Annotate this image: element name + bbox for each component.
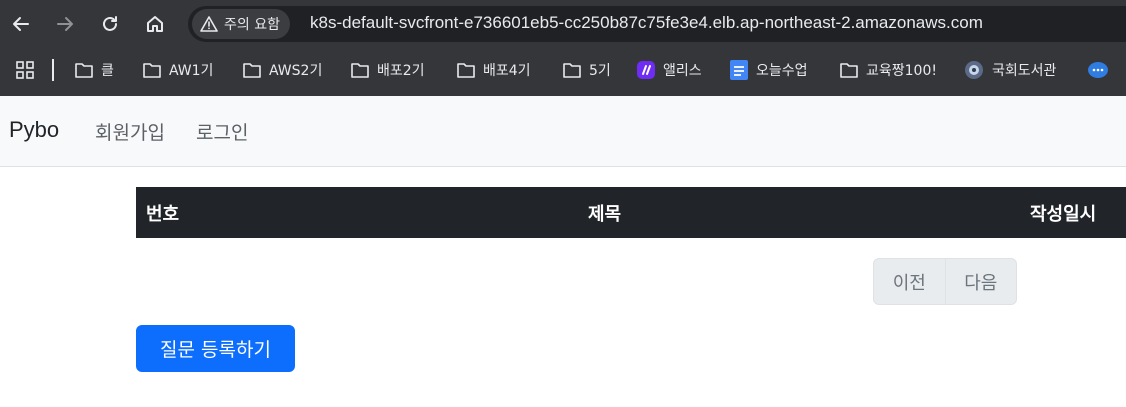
home-icon [147, 16, 163, 32]
pagination: 이전 다음 [873, 258, 1017, 305]
bookmark-label: 클 [101, 63, 114, 79]
bookmark-label: 배포2기 [377, 63, 425, 79]
table-header [136, 187, 1126, 238]
bookmark-label: 오늘수업 [756, 63, 808, 79]
bookmark-label: 배포4기 [483, 63, 531, 79]
home-button[interactable] [140, 9, 170, 39]
forward-arrow-icon [57, 17, 73, 31]
column-header-number: 번호 [146, 204, 180, 225]
bookmark-overflow[interactable] [1087, 58, 1109, 82]
folder-icon [351, 63, 369, 78]
bookmark-item[interactable]: 오늘수업 [730, 58, 808, 82]
bookmark-item[interactable]: 배포4기 [457, 58, 531, 82]
bookmark-label: 앨리스 [663, 63, 702, 79]
folder-icon [563, 63, 581, 78]
bookmark-item[interactable]: 5기 [563, 58, 611, 82]
folder-icon [243, 63, 261, 78]
next-page-button[interactable]: 다음 [944, 259, 1017, 304]
bookmark-item[interactable]: 앨리스 [637, 58, 702, 82]
back-button[interactable] [6, 9, 36, 39]
navbar [0, 96, 1126, 167]
reload-icon [103, 16, 117, 31]
security-label: 주의 요함 [224, 17, 280, 33]
bookmark-item[interactable]: 배포2기 [351, 58, 425, 82]
elice-icon [637, 61, 655, 79]
bookmark-item[interactable]: 클 [75, 58, 114, 82]
folder-icon [840, 63, 858, 78]
bookmark-label: AWS2기 [269, 63, 323, 79]
url-text[interactable]: k8s-default-svcfront-e736601eb5-cc250b87… [310, 13, 983, 33]
bookmarks-divider [52, 59, 54, 81]
bookmark-item[interactable]: AWS2기 [243, 58, 322, 82]
bookmark-label: 국회도서관 [992, 63, 1057, 79]
bookmark-label: 교육짱100! [866, 63, 937, 79]
bookmark-item[interactable]: 교육짱100! [840, 58, 937, 82]
register-question-button[interactable]: 질문 등록하기 [136, 325, 295, 372]
forward-button[interactable] [50, 9, 80, 39]
library-icon [965, 61, 983, 79]
warning-icon [200, 16, 218, 32]
nav-link-signup[interactable]: 회원가입 [95, 118, 165, 145]
chat-icon [1088, 62, 1108, 78]
folder-icon [143, 63, 161, 78]
folder-icon [75, 63, 93, 78]
brand-link[interactable]: Pybo [9, 117, 59, 143]
bookmark-label: AW1기 [169, 63, 214, 79]
nav-link-login[interactable]: 로그인 [196, 118, 248, 145]
column-header-title: 제목 [588, 204, 622, 225]
apps-grid-icon [16, 61, 34, 79]
docs-icon [730, 60, 748, 80]
prev-page-button[interactable]: 이전 [874, 259, 945, 304]
apps-button[interactable] [16, 58, 34, 82]
column-header-date: 작성일시 [1030, 204, 1097, 225]
security-chip[interactable]: 주의 요함 [192, 9, 290, 39]
back-arrow-icon [13, 17, 29, 31]
bookmark-item[interactable]: AW1기 [143, 58, 213, 82]
folder-icon [457, 63, 475, 78]
reload-button[interactable] [95, 9, 125, 39]
bookmark-label: 5기 [589, 63, 611, 79]
bookmark-item[interactable]: 국회도서관 [964, 58, 1056, 82]
